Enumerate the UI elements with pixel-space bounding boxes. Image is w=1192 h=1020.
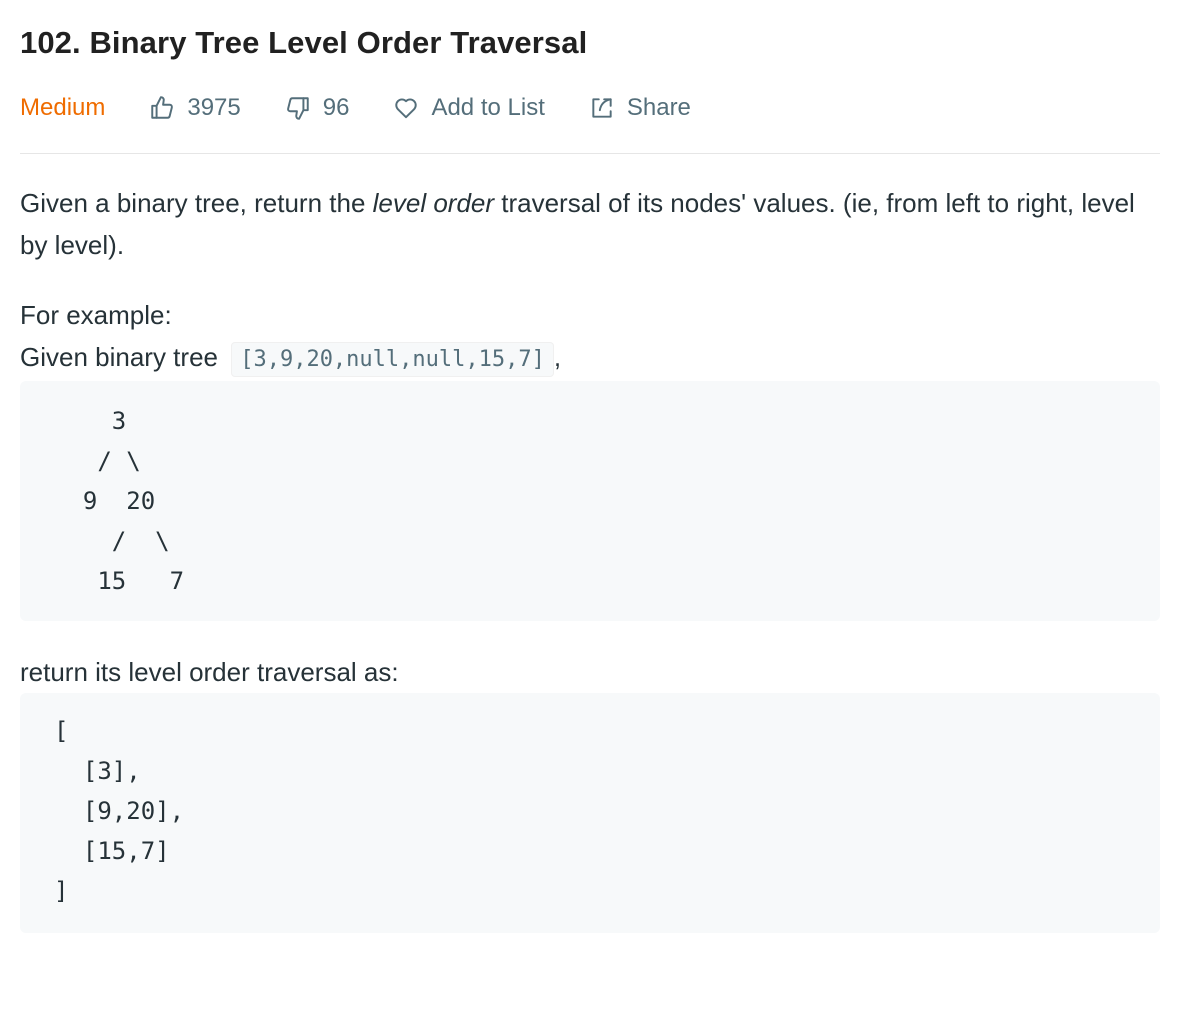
dislike-count: 96 <box>322 94 350 121</box>
problem-statement: Given a binary tree, return the level or… <box>20 182 1160 266</box>
like-count: 3975 <box>187 94 241 121</box>
difficulty-badge: Medium <box>20 94 106 121</box>
given-tree-line: Given binary tree [3,9,20,null,null,15,7… <box>20 336 1160 381</box>
thumbs-up-icon <box>151 96 174 119</box>
result-code: [ [3], [9,20], [15,7] ] <box>54 717 185 905</box>
example-intro: For example: <box>20 300 172 330</box>
add-to-list-button[interactable]: Add to List <box>393 94 545 122</box>
statement-emphasis: level order <box>372 188 495 218</box>
share-label: Share <box>626 94 691 121</box>
like-button[interactable]: 3975 <box>149 94 241 122</box>
heart-icon <box>395 98 418 119</box>
dislike-button[interactable]: 96 <box>285 94 350 122</box>
share-icon <box>592 98 612 118</box>
given-suffix: , <box>553 342 562 372</box>
divider <box>20 153 1160 154</box>
given-text: Given binary tree <box>20 342 226 372</box>
tree-diagram: 3 / \ 9 20 / \ 15 7 <box>82 407 185 595</box>
problem-title: 102. Binary Tree Level Order Traversal <box>20 25 588 60</box>
return-text: return its level order traversal as: <box>20 657 399 687</box>
add-to-list-label: Add to List <box>431 94 545 121</box>
problem-description: 102. Binary Tree Level Order Traversal M… <box>20 0 1160 933</box>
share-button[interactable]: Share <box>589 94 691 122</box>
problem-meta-bar: Medium 3975 96 Add to List Share <box>20 88 1160 128</box>
statement-part-1: Given a binary tree, return the <box>20 188 373 218</box>
example-section: For example: Given binary tree [3,9,20,n… <box>20 294 1160 381</box>
given-tree-code: [3,9,20,null,null,15,7] <box>231 342 554 377</box>
thumbs-down-icon <box>286 97 309 120</box>
tree-diagram-block: 3 / \ 9 20 / \ 15 7 <box>20 381 1160 621</box>
result-code-block: [ [3], [9,20], [15,7] ] <box>20 693 1160 933</box>
